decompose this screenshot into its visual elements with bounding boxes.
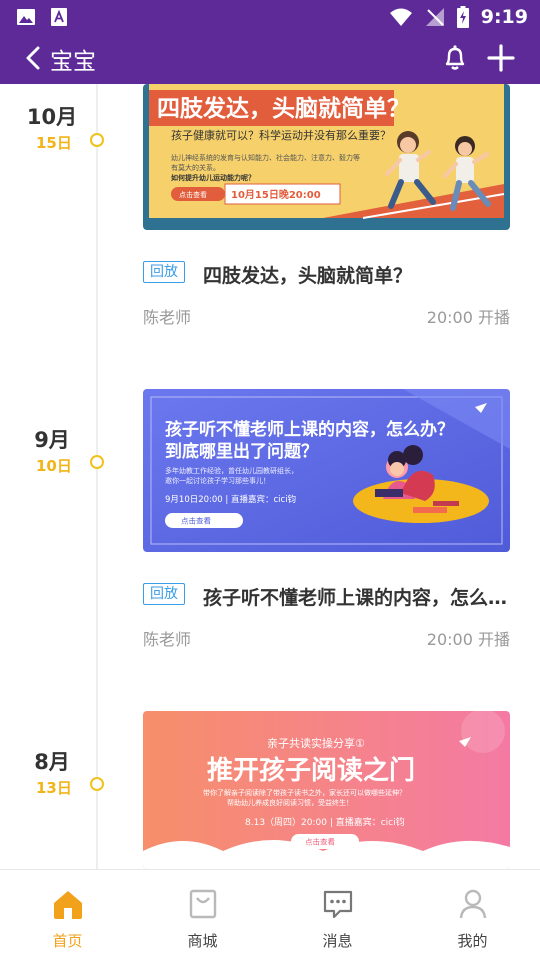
bell-icon[interactable]: [440, 42, 470, 74]
nav-tab-profile[interactable]: 我的: [405, 870, 540, 960]
live-time: 20:00 开播: [426, 308, 510, 327]
add-icon[interactable]: [485, 42, 517, 74]
timeline-dot: [90, 455, 104, 469]
banner-headline: 四肢发达，头脑就简单？: [157, 95, 410, 122]
page-title: 宝宝: [50, 49, 96, 75]
banner-subtitle: 孩子健康就可以？科学运动并没有那么重要？: [171, 128, 391, 142]
month-label: 8月: [34, 750, 70, 774]
banner-headline: 孩子听不懂老师上课的内容，怎么办？: [165, 419, 454, 440]
replay-badge: 回放: [143, 261, 185, 283]
nav-label: 首页: [52, 932, 83, 950]
title-bar: 宝宝: [0, 34, 540, 84]
banner-headline: 到底哪里出了问题？: [165, 441, 318, 462]
back-icon[interactable]: [20, 42, 50, 74]
day-label: 15日: [36, 134, 72, 152]
shop-icon: [189, 889, 216, 919]
wifi-icon: [389, 8, 412, 26]
banner-body-line: 帮助幼儿养成良好阅读习惯，受益终生！: [227, 798, 353, 807]
timeline-dot: [90, 777, 104, 791]
clock: 9:19: [480, 6, 528, 28]
banner-body-line: 有莫大的关系。: [171, 163, 220, 172]
replay-badge: 回放: [143, 583, 185, 605]
nav-label: 商城: [187, 932, 218, 950]
banner-body-line: 幼儿神经系统的发育与认知能力、社会能力、注意力、毅力等: [171, 153, 360, 162]
live-title[interactable]: 四肢发达，头脑就简单？: [203, 261, 508, 288]
teacher-name: 陈老师: [143, 308, 192, 327]
live-banner[interactable]: 亲子共读实操分享① 推开孩子阅读之门 带你了解亲子阅读除了带孩子读书之外，家长还…: [143, 711, 510, 869]
banner-top-text: 亲子共读实操分享①: [267, 736, 365, 750]
live-banner[interactable]: 四肢发达，头脑就简单？ 孩子健康就可以？科学运动并没有那么重要？ 幼儿神经系统的…: [143, 84, 510, 230]
banner-body-line: 带你了解亲子阅读除了带孩子读书之外，家长还可以做哪些延伸？: [203, 788, 406, 797]
profile-icon: [459, 889, 486, 919]
banner-date: 8.13（周四）20:00 | 直播嘉宾：cici钧: [245, 816, 405, 828]
live-title[interactable]: 孩子听不懂老师上课的内容，怎么办？到底哪里出了问题？: [203, 583, 508, 610]
banner-body-line: 邀你一起讨论孩子学习那些事儿！: [165, 476, 270, 485]
banner-button: 点击查看: [181, 516, 211, 526]
banner-button: 点击查看: [305, 837, 335, 847]
banner-button: 点击查看: [179, 190, 207, 199]
battery-icon: [456, 6, 469, 28]
teacher-name: 陈老师: [143, 630, 192, 649]
banner-headline: 推开孩子阅读之门: [207, 755, 415, 786]
nav-tab-shop[interactable]: 商城: [135, 870, 270, 960]
gallery-icon: [17, 9, 35, 25]
banner-date: 10月15日晚20:00: [231, 188, 321, 201]
bottom-navigation: 首页 商城 消息 我的: [0, 869, 540, 960]
month-label: 10月: [26, 105, 78, 129]
timeline-dot: [90, 133, 104, 147]
timeline-line: [96, 84, 98, 870]
live-time: 20:00 开播: [426, 630, 510, 649]
month-label: 9月: [34, 428, 70, 452]
banner-body-line: 多年幼教工作经验，曾任幼儿园教研组长，: [165, 466, 298, 475]
nav-label: 消息: [322, 932, 353, 950]
day-label: 10日: [36, 457, 72, 475]
banner-body-line: 如何提升幼儿运动能力呢？: [171, 173, 255, 182]
app-notification-icon: [51, 8, 67, 26]
day-label: 13日: [36, 779, 72, 797]
nav-tab-messages[interactable]: 消息: [270, 870, 405, 960]
status-bar: 9:19: [0, 0, 540, 34]
home-icon: [53, 891, 82, 919]
nav-label: 我的: [457, 932, 488, 950]
nav-tab-home[interactable]: 首页: [0, 870, 135, 960]
app-screen: 9:19 宝宝 10月 15日 四肢发达，头脑就简单？ 孩子健康就可以？科学运动…: [0, 0, 540, 960]
live-banner[interactable]: 孩子听不懂老师上课的内容，怎么办？ 到底哪里出了问题？ 多年幼教工作经验，曾任幼…: [143, 389, 510, 552]
banner-date: 9月10日20:00 | 直播嘉宾：cici钧: [165, 494, 296, 505]
no-signal-icon: [425, 8, 444, 26]
message-icon: [323, 890, 352, 919]
